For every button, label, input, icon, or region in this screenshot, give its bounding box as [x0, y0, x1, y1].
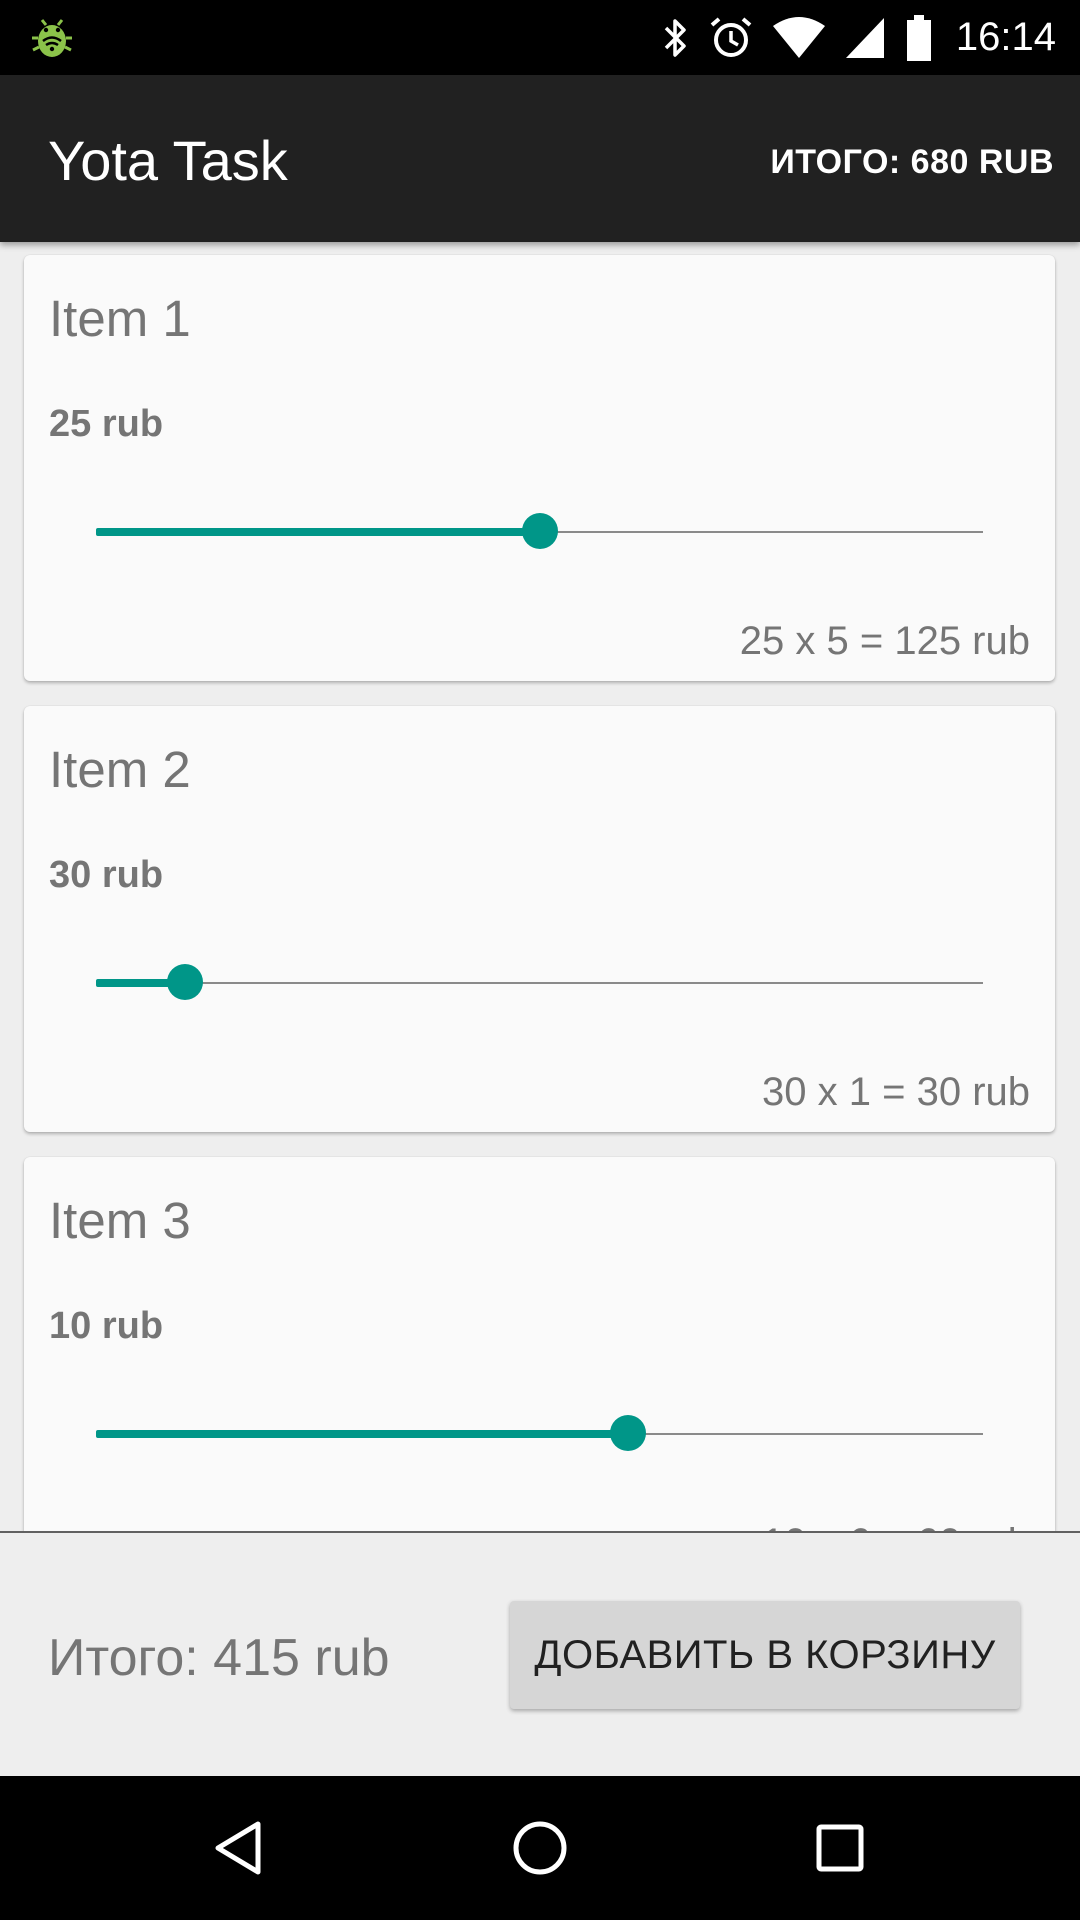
total-sum: Итого: 415 rub	[48, 1629, 390, 1687]
app-bar: Yota Task ИТОГО: 680 RUB	[0, 75, 1080, 242]
item-title: Item 2	[49, 741, 191, 798]
bluetooth-icon	[664, 18, 686, 57]
item-title: Item 1	[49, 290, 191, 347]
slider-fill	[96, 1430, 629, 1438]
item-price: 10 rub	[49, 1305, 164, 1347]
item-card: Item 1 25 rub 25 x 5 = 125 rub	[24, 255, 1055, 681]
quantity-slider[interactable]	[96, 964, 983, 1000]
bottom-divider	[0, 1531, 1080, 1533]
add-to-cart-button[interactable]: ДОБАВИТЬ В КОРЗИНУ	[510, 1601, 1020, 1709]
home-icon[interactable]	[504, 1812, 576, 1884]
item-card: Item 3 10 rub 10 x 6 = 60 rub	[24, 1157, 1055, 1532]
status-time: 16:14	[955, 15, 1056, 59]
slider-fill	[96, 528, 540, 536]
item-card: Item 2 30 rub 30 x 1 = 30 rub	[24, 706, 1055, 1132]
back-icon[interactable]	[204, 1812, 276, 1884]
android-debug-icon	[32, 19, 72, 57]
status-bar: 16:14	[0, 0, 1080, 75]
item-price: 30 rub	[49, 854, 164, 896]
item-list[interactable]: Item 1 25 rub 25 x 5 = 125 rub Item 2 30…	[0, 242, 1080, 1532]
quantity-slider[interactable]	[96, 1415, 983, 1451]
signal-icon	[845, 17, 884, 58]
item-title: Item 3	[49, 1192, 191, 1249]
quantity-slider[interactable]	[96, 513, 983, 549]
app-bar-total: ИТОГО: 680 RUB	[770, 143, 1054, 181]
slider-thumb[interactable]	[610, 1415, 647, 1451]
alarm-icon	[710, 16, 752, 57]
item-formula: 30 x 1 = 30 rub	[762, 1070, 1030, 1114]
slider-thumb[interactable]	[166, 964, 203, 1000]
item-price: 25 rub	[49, 403, 164, 445]
app-title: Yota Task	[48, 129, 288, 192]
slider-thumb[interactable]	[521, 513, 558, 549]
recents-icon[interactable]	[804, 1812, 876, 1884]
slider-track	[96, 982, 983, 984]
battery-icon	[906, 14, 931, 61]
item-formula: 25 x 5 = 125 rub	[739, 619, 1030, 663]
bottom-panel: Итого: 415 rub ДОБАВИТЬ В КОРЗИНУ	[0, 1533, 1080, 1776]
navigation-bar	[0, 1776, 1080, 1920]
wifi-icon	[772, 16, 825, 58]
